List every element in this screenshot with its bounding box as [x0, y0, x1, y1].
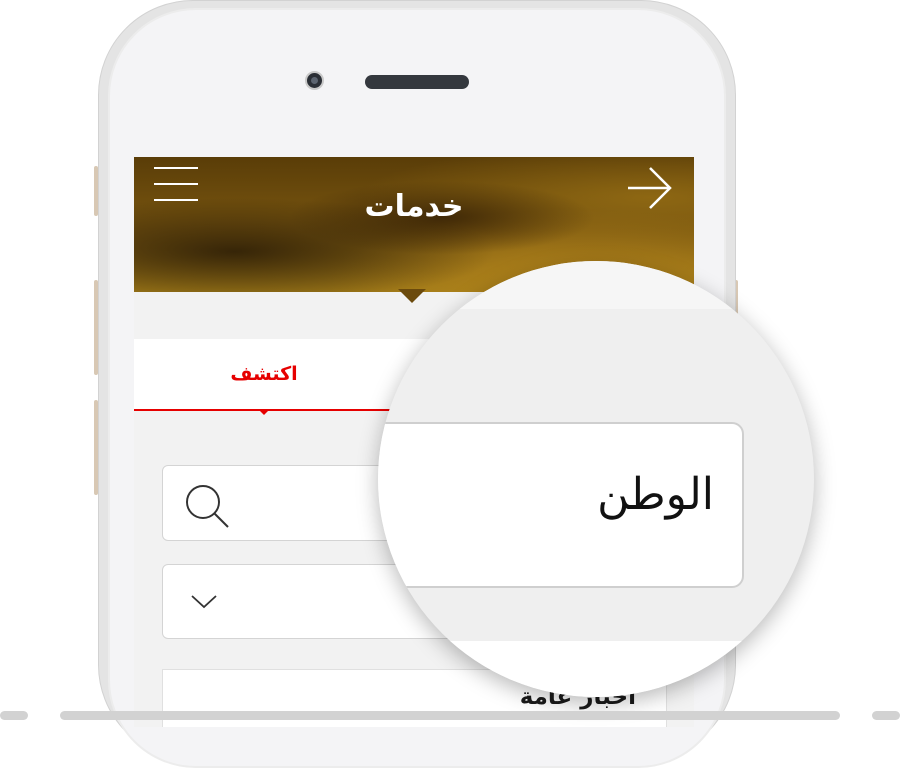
active-tab-indicator	[258, 409, 270, 415]
floor-line-left	[0, 711, 28, 720]
magnified-search-value: الوطن	[597, 469, 714, 520]
floor-line-center	[60, 711, 840, 720]
magnified-tab-area	[378, 261, 814, 309]
page-title: خدمات	[364, 189, 464, 224]
zoom-magnifier: الوطن	[378, 261, 814, 697]
tab-discover-label: اكتشف	[230, 363, 298, 385]
chevron-down-icon[interactable]	[189, 589, 219, 613]
arrow-right-icon[interactable]	[626, 165, 674, 211]
floor-line-right	[872, 711, 900, 720]
tab-discover[interactable]: اكتشف	[134, 339, 394, 411]
front-camera	[305, 71, 324, 90]
search-icon[interactable]	[183, 482, 231, 530]
earpiece-speaker	[365, 75, 469, 89]
magnified-dropdown	[378, 641, 744, 697]
